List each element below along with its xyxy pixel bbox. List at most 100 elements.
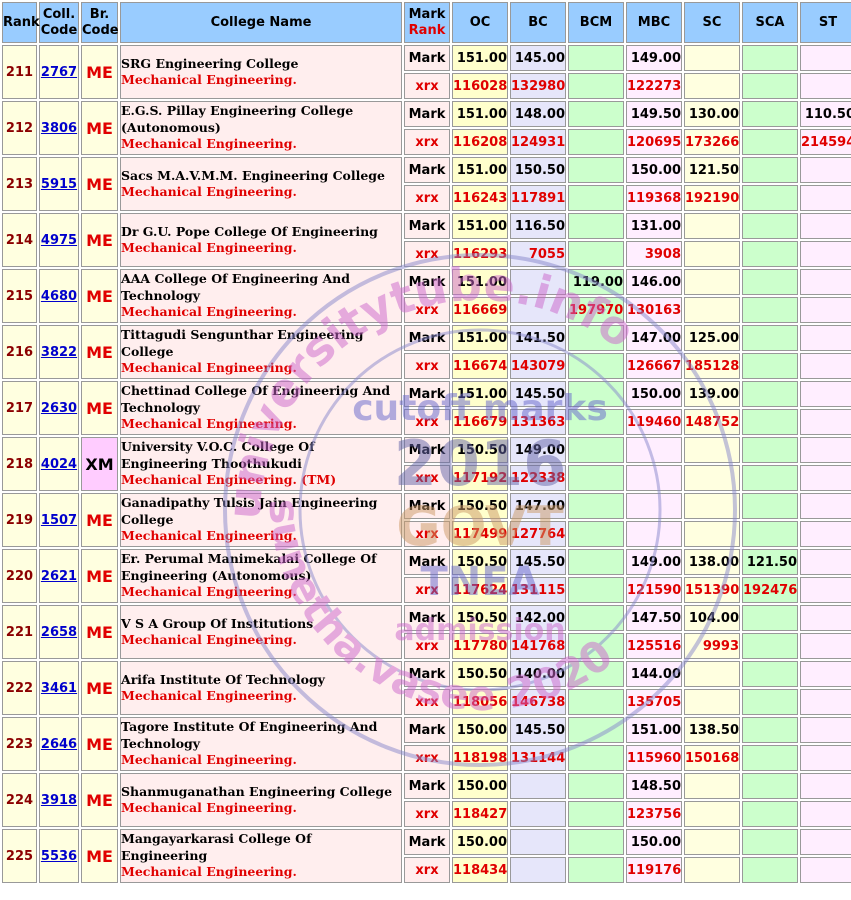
table-row: 225 5536 ME Mangayarkarasi College Of Engin… bbox=[2, 829, 851, 883]
college-code-link[interactable]: 2658 bbox=[41, 625, 77, 640]
mark-mbc-cell: 149.00 bbox=[626, 45, 682, 71]
rank-mbc-cell: 119368 bbox=[626, 185, 682, 211]
table-row: 221 2658 ME V S A Group Of Institutions Mech… bbox=[2, 605, 851, 659]
table-row: 223 2646 ME Tagore Institute Of Engineering… bbox=[2, 717, 851, 771]
mark-oc-cell: 150.00 bbox=[452, 773, 508, 799]
college-code-link[interactable]: 2767 bbox=[41, 65, 77, 80]
mark-oc-cell: 150.00 bbox=[452, 829, 508, 855]
mark-st-cell bbox=[800, 381, 851, 407]
mark-bc-cell bbox=[510, 269, 566, 295]
rank-label: xrx bbox=[404, 689, 450, 715]
mark-sca-cell bbox=[742, 605, 798, 631]
mark-st-cell bbox=[800, 549, 851, 575]
college-name-cell: V S A Group Of Institutions Mechanical En… bbox=[120, 605, 402, 659]
rank-st-cell bbox=[800, 801, 851, 827]
college-code-link[interactable]: 5536 bbox=[41, 849, 77, 864]
mark-sca-cell bbox=[742, 381, 798, 407]
rank-cell: 221 bbox=[2, 605, 37, 659]
mark-sc-cell bbox=[684, 829, 740, 855]
rank-label: xrx bbox=[404, 409, 450, 435]
rank-sc-cell bbox=[684, 521, 740, 547]
header-bc: BC bbox=[510, 2, 566, 43]
rank-oc-cell: 116243 bbox=[452, 185, 508, 211]
college-code-link[interactable]: 2630 bbox=[41, 401, 77, 416]
college-code-link[interactable]: 3461 bbox=[41, 681, 77, 696]
college-code-cell: 4680 bbox=[39, 269, 79, 323]
table-row: 217 2630 ME Chettinad College Of Engineerin… bbox=[2, 381, 851, 435]
mark-bc-cell: 145.00 bbox=[510, 45, 566, 71]
rank-sc-cell bbox=[684, 689, 740, 715]
rank-mbc-cell: 122273 bbox=[626, 73, 682, 99]
mark-bcm-cell bbox=[568, 717, 624, 743]
branch-name: Mechanical Engineering. bbox=[121, 752, 297, 768]
branch-code-cell: ME bbox=[81, 717, 118, 771]
mark-bc-cell: 149.00 bbox=[510, 437, 566, 463]
mark-label: Mark bbox=[404, 437, 450, 463]
rank-label: xrx bbox=[404, 521, 450, 547]
college-code-cell: 2767 bbox=[39, 45, 79, 99]
college-code-link[interactable]: 4024 bbox=[41, 457, 77, 472]
branch-code-cell: ME bbox=[81, 493, 118, 547]
mark-sc-cell bbox=[684, 45, 740, 71]
mark-st-cell bbox=[800, 773, 851, 799]
college-code-link[interactable]: 5915 bbox=[41, 177, 77, 192]
mark-bcm-cell bbox=[568, 661, 624, 687]
college-code-link[interactable]: 1507 bbox=[41, 513, 77, 528]
rank-bc-cell: 117891 bbox=[510, 185, 566, 211]
rank-mbc-cell: 135705 bbox=[626, 689, 682, 715]
rank-st-cell bbox=[800, 465, 851, 491]
college-name: E.G.S. Pillay Engineering College (Auton… bbox=[121, 103, 354, 135]
rank-bcm-cell bbox=[568, 857, 624, 883]
college-name: SRG Engineering College bbox=[121, 55, 299, 71]
mark-mbc-cell: 151.00 bbox=[626, 717, 682, 743]
college-code-cell: 5915 bbox=[39, 157, 79, 211]
rank-st-cell bbox=[800, 73, 851, 99]
mark-bcm-cell bbox=[568, 773, 624, 799]
mark-mbc-cell: 148.50 bbox=[626, 773, 682, 799]
college-name: Arifa Institute Of Technology bbox=[121, 671, 325, 687]
rank-sc-cell: 9993 bbox=[684, 633, 740, 659]
rank-label: xrx bbox=[404, 129, 450, 155]
rank-st-cell bbox=[800, 745, 851, 771]
college-code-link[interactable]: 3918 bbox=[41, 793, 77, 808]
college-name: Sacs M.A.V.M.M. Engineering College bbox=[121, 167, 386, 183]
rank-oc-cell: 117624 bbox=[452, 577, 508, 603]
college-code-link[interactable]: 4975 bbox=[41, 233, 77, 248]
college-code-link[interactable]: 4680 bbox=[41, 289, 77, 304]
college-code-link[interactable]: 3806 bbox=[41, 121, 77, 136]
rank-oc-cell: 116028 bbox=[452, 73, 508, 99]
mark-label: Mark bbox=[404, 325, 450, 351]
mark-sc-cell bbox=[684, 661, 740, 687]
mark-oc-cell: 150.50 bbox=[452, 605, 508, 631]
rank-st-cell bbox=[800, 409, 851, 435]
mark-label: Mark bbox=[404, 157, 450, 183]
rank-mbc-cell bbox=[626, 465, 682, 491]
rank-cell: 214 bbox=[2, 213, 37, 267]
rank-label: xrx bbox=[404, 353, 450, 379]
college-name: AAA College Of Engineering And Technolog… bbox=[121, 271, 350, 303]
mark-sca-cell bbox=[742, 437, 798, 463]
header-coll-code: Coll. Code bbox=[39, 2, 79, 43]
rank-bc-cell bbox=[510, 857, 566, 883]
rank-bcm-cell bbox=[568, 801, 624, 827]
mark-st-cell bbox=[800, 157, 851, 183]
rank-bc-cell: 131115 bbox=[510, 577, 566, 603]
mark-bc-cell: 145.50 bbox=[510, 717, 566, 743]
rank-sc-cell bbox=[684, 801, 740, 827]
mark-label: Mark bbox=[404, 381, 450, 407]
college-code-link[interactable]: 2621 bbox=[41, 569, 77, 584]
college-code-link[interactable]: 3822 bbox=[41, 345, 77, 360]
rank-sca-cell bbox=[742, 633, 798, 659]
mark-bc-cell bbox=[510, 773, 566, 799]
rank-oc-cell: 117499 bbox=[452, 521, 508, 547]
header-mbc: MBC bbox=[626, 2, 682, 43]
header-sca: SCA bbox=[742, 2, 798, 43]
college-code-cell: 2630 bbox=[39, 381, 79, 435]
mark-oc-cell: 150.00 bbox=[452, 717, 508, 743]
rank-sca-cell bbox=[742, 129, 798, 155]
mark-sc-cell: 138.50 bbox=[684, 717, 740, 743]
branch-code-cell: ME bbox=[81, 213, 118, 267]
college-code-link[interactable]: 2646 bbox=[41, 737, 77, 752]
college-name-cell: Sacs M.A.V.M.M. Engineering College Mecha… bbox=[120, 157, 402, 211]
mark-oc-cell: 151.00 bbox=[452, 269, 508, 295]
